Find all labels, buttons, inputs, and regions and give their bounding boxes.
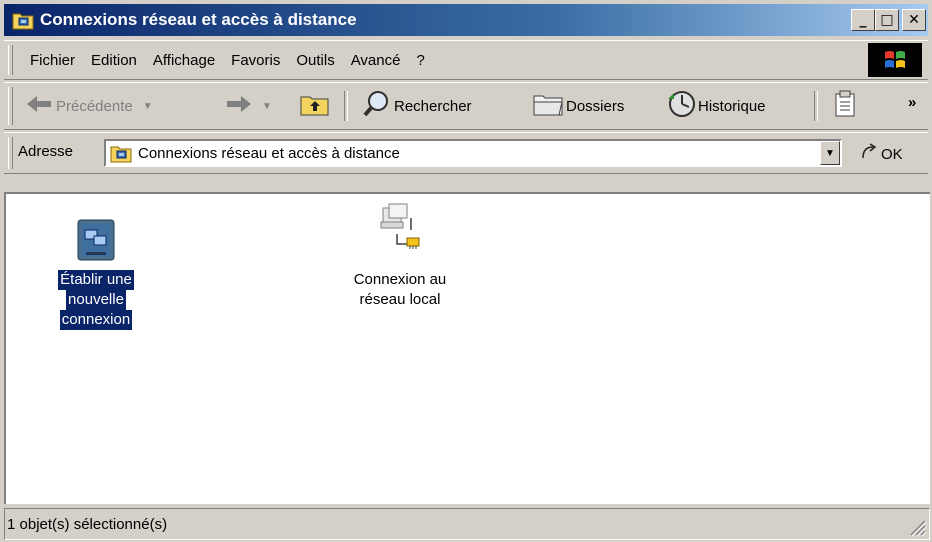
search-button[interactable]: Rechercher [362,89,472,123]
network-folder-icon [12,10,34,30]
up-folder-icon [300,92,330,120]
explorer-window: Connexions réseau et accès à distance _ … [0,0,932,542]
new-connection-icon [40,218,152,270]
go-label: OK [881,145,903,163]
item-label-line: réseau local [359,291,441,308]
forward-button[interactable]: ▼ [226,89,272,123]
minimize-button[interactable]: _ [851,9,875,31]
up-folder-button[interactable] [300,89,330,123]
menu-outils[interactable]: Outils [288,52,342,69]
properties-icon [832,90,858,122]
back-button[interactable]: Précédente ▼ [26,89,153,123]
item-label-line: Établir une [58,270,134,290]
lan-connection-item[interactable]: Connexion au réseau local [332,202,468,310]
back-dropdown-icon[interactable]: ▼ [143,101,153,112]
close-button[interactable]: ✕ [902,9,926,31]
properties-button[interactable] [832,89,858,123]
menu-fichier[interactable]: Fichier [22,52,83,69]
title-bar[interactable]: Connexions réseau et accès à distance _ … [4,4,928,36]
address-value: Connexions réseau et accès à distance [138,144,400,162]
item-label-line: Connexion au [353,271,447,288]
window-title: Connexions réseau et accès à distance [40,10,357,29]
folders-label: Dossiers [566,97,625,115]
go-button[interactable]: OK [860,143,903,165]
file-list-view[interactable]: Établir une nouvelle connexion Connexion… [4,192,930,504]
history-button[interactable]: Historique [666,89,766,123]
item-label-line: nouvelle [66,290,126,310]
folders-button[interactable]: Dossiers [532,89,624,123]
menu-grip[interactable] [8,45,13,75]
status-text: 1 objet(s) sélectionné(s) [7,515,168,533]
window-controls: _ □ ✕ [851,9,926,31]
address-grip[interactable] [8,137,13,169]
search-label: Rechercher [394,97,472,115]
address-input[interactable]: Connexions réseau et accès à distance ▼ [104,139,842,167]
forward-dropdown-icon[interactable]: ▼ [262,101,272,112]
windows-logo-icon [868,43,922,77]
search-icon [362,89,392,123]
toolbar-more-button[interactable]: » [908,85,916,119]
item-label-line: connexion [59,310,133,330]
new-connection-item[interactable]: Établir une nouvelle connexion [40,218,152,330]
folders-icon [532,90,564,122]
history-icon [666,89,696,123]
back-arrow-icon [26,95,52,117]
address-dropdown-button[interactable]: ▼ [820,141,840,165]
menu-affichage[interactable]: Affichage [145,52,223,69]
address-bar: Adresse Connexions réseau et accès à dis… [4,132,928,174]
menu-edition[interactable]: Edition [83,52,145,69]
network-folder-icon [110,143,132,163]
lan-connection-icon [332,202,468,270]
menu-items: Fichier Edition Affichage Favoris Outils… [22,41,433,79]
status-bar: 1 objet(s) sélectionné(s) [4,508,930,540]
back-label: Précédente [56,97,133,115]
menu-avance[interactable]: Avancé [343,52,409,69]
toolbar-separator [814,91,818,121]
forward-arrow-icon [226,95,252,117]
maximize-button[interactable]: □ [875,9,899,31]
resize-grip-icon[interactable] [907,517,927,537]
standard-toolbar: Précédente ▼ ▼ Rechercher Dossiers Histo… [4,82,928,130]
menu-favoris[interactable]: Favoris [223,52,288,69]
menu-help[interactable]: ? [408,52,432,69]
address-label: Adresse [18,143,74,160]
history-label: Historique [698,97,766,115]
toolbar-separator [344,91,348,121]
go-arrow-icon [860,143,878,165]
menu-bar: Fichier Edition Affichage Favoris Outils… [4,40,928,80]
toolbar-grip[interactable] [8,87,13,125]
